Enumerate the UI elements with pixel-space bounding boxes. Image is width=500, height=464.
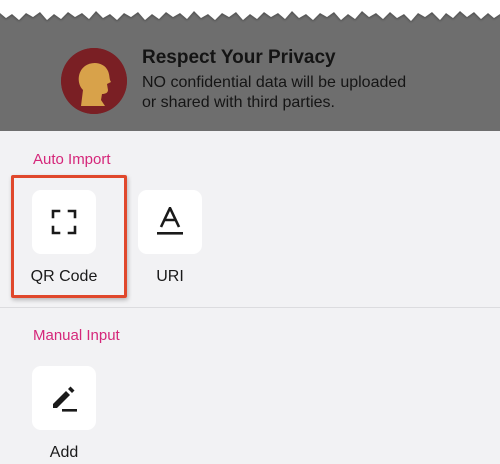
app-screen: Respect Your Privacy NO confidential dat… <box>0 0 500 464</box>
torn-paper-edge <box>0 0 500 21</box>
privacy-description: NO confidential data will be uploaded or… <box>142 73 462 113</box>
qr-code-highlight <box>11 175 127 298</box>
privacy-title: Respect Your Privacy <box>142 47 336 68</box>
add-button[interactable] <box>32 366 96 430</box>
privacy-head-icon <box>61 48 127 114</box>
section-divider <box>0 307 500 308</box>
text-a-icon <box>157 207 183 235</box>
add-label: Add <box>49 444 79 461</box>
uri-button[interactable] <box>138 190 202 254</box>
privacy-line-1: NO confidential data will be uploaded <box>142 74 407 91</box>
auto-import-heading: Auto Import <box>33 151 111 168</box>
pencil-icon <box>53 386 77 412</box>
uri-label: URI <box>156 268 184 285</box>
privacy-line-2: or shared with third parties. <box>142 94 335 111</box>
manual-input-heading: Manual Input <box>33 327 120 344</box>
